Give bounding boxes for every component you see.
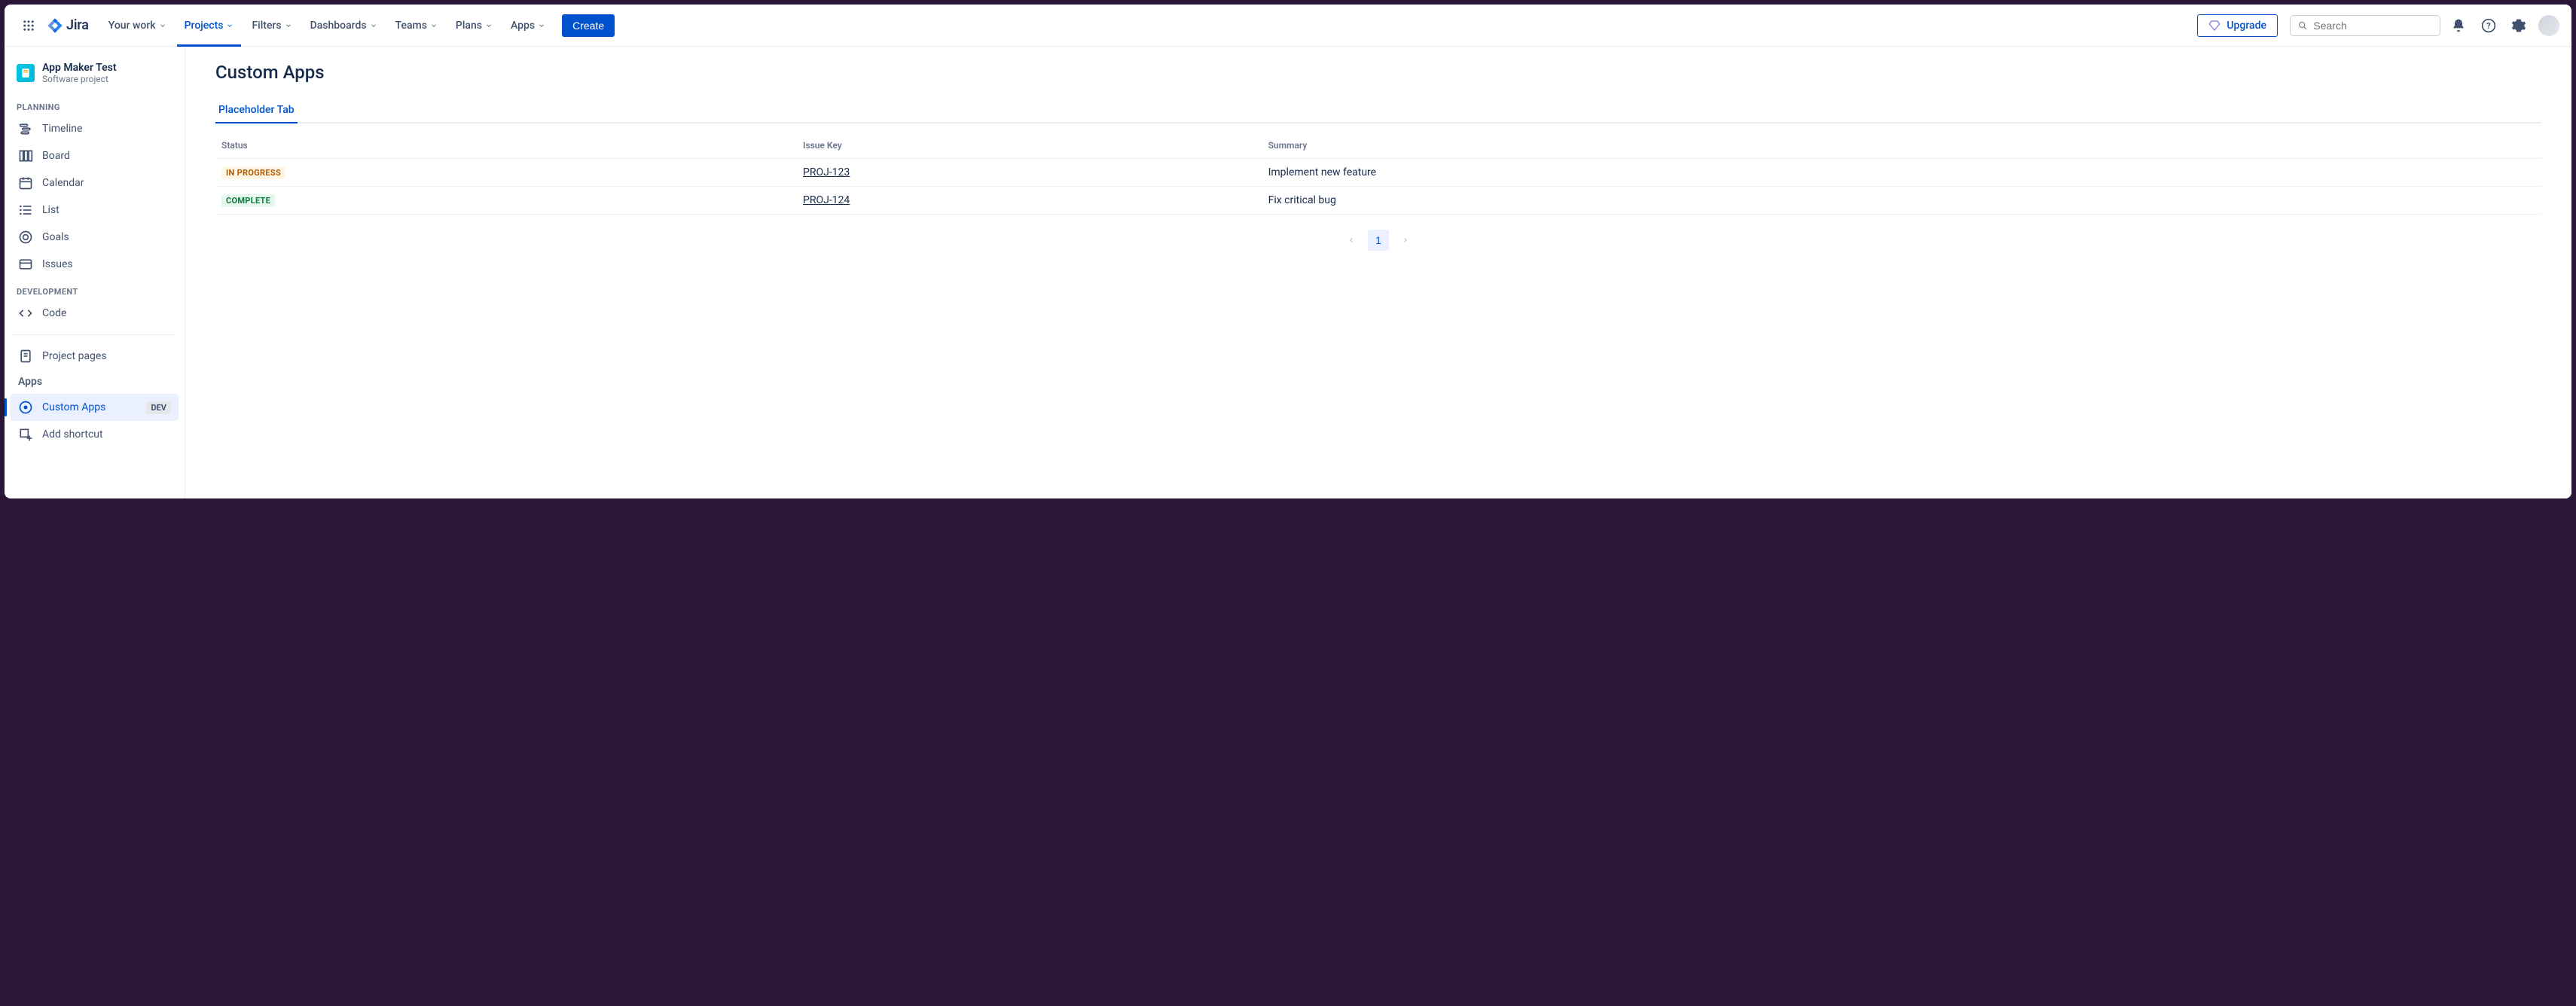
pager-next[interactable]	[1395, 230, 1416, 251]
tabs: Placeholder Tab	[215, 98, 2541, 123]
section-apps[interactable]: Apps	[11, 370, 179, 394]
nav-plans[interactable]: Plans	[448, 15, 500, 36]
col-summary: Summary	[1262, 133, 2541, 159]
svg-text:?: ?	[2486, 21, 2490, 31]
summary-cell: Implement new feature	[1262, 159, 2541, 187]
add-shortcut-icon	[18, 427, 33, 442]
create-button[interactable]: Create	[562, 14, 615, 37]
grid-icon	[22, 19, 35, 32]
list-icon	[18, 203, 33, 218]
search-box[interactable]	[2290, 15, 2440, 36]
chevron-left-icon	[1348, 236, 1355, 244]
search-icon	[2298, 20, 2307, 31]
jira-logo-icon	[47, 17, 63, 34]
timeline-icon	[18, 121, 33, 136]
gear-icon	[2511, 18, 2526, 33]
page-icon	[18, 349, 33, 364]
bell-icon	[2451, 18, 2466, 33]
chevron-down-icon	[370, 22, 377, 29]
chevron-down-icon	[159, 22, 166, 29]
summary-cell: Fix critical bug	[1262, 187, 2541, 215]
chevron-down-icon	[485, 22, 493, 29]
table-row: IN PROGRESS PROJ-123 Implement new featu…	[215, 159, 2541, 187]
profile-avatar[interactable]	[2538, 15, 2559, 36]
nav-dashboards[interactable]: Dashboards	[303, 15, 385, 36]
notifications-button[interactable]	[2446, 14, 2471, 38]
help-icon: ?	[2481, 18, 2496, 33]
issues-icon	[18, 257, 33, 272]
app-icon	[18, 400, 33, 415]
project-icon	[20, 68, 31, 78]
col-issue-key: Issue Key	[797, 133, 1262, 159]
nav-apps[interactable]: Apps	[503, 15, 553, 36]
page-title: Custom Apps	[215, 62, 2541, 83]
project-avatar	[17, 64, 35, 82]
table-row: COMPLETE PROJ-124 Fix critical bug	[215, 187, 2541, 215]
calendar-icon	[18, 175, 33, 191]
sidebar-item-board[interactable]: Board	[11, 142, 179, 169]
issue-key-link[interactable]: PROJ-123	[803, 166, 850, 178]
status-badge: IN PROGRESS	[221, 166, 285, 179]
sidebar-item-list[interactable]: List	[11, 197, 179, 224]
help-button[interactable]: ?	[2477, 14, 2501, 38]
nav-your-work[interactable]: Your work	[101, 15, 174, 36]
sidebar-item-goals[interactable]: Goals	[11, 224, 179, 251]
project-name: App Maker Test	[42, 62, 117, 74]
settings-button[interactable]	[2507, 14, 2531, 38]
pager-prev[interactable]	[1341, 230, 1362, 251]
search-input[interactable]	[2313, 20, 2432, 32]
upgrade-button[interactable]: Upgrade	[2197, 14, 2278, 37]
project-type: Software project	[42, 74, 117, 84]
sidebar: App Maker Test Software project PLANNING…	[5, 47, 185, 498]
project-header[interactable]: App Maker Test Software project	[11, 59, 179, 93]
main-content: Custom Apps Placeholder Tab Status Issue…	[185, 47, 2571, 498]
sidebar-item-calendar[interactable]: Calendar	[11, 169, 179, 197]
code-icon	[18, 306, 33, 321]
tab-placeholder[interactable]: Placeholder Tab	[215, 98, 298, 122]
nav-teams[interactable]: Teams	[388, 15, 445, 36]
sidebar-item-timeline[interactable]: Timeline	[11, 115, 179, 142]
col-status: Status	[215, 133, 797, 159]
issue-key-link[interactable]: PROJ-124	[803, 194, 850, 206]
section-planning: PLANNING	[11, 93, 179, 115]
app-switcher-button[interactable]	[17, 14, 41, 38]
top-nav: Jira Your work Projects Filters Dashboar…	[5, 5, 2571, 47]
product-logo[interactable]: Jira	[44, 17, 92, 34]
nav-filters[interactable]: Filters	[244, 15, 299, 36]
divider	[14, 334, 175, 335]
diamond-icon	[2208, 20, 2220, 32]
pager-page-1[interactable]: 1	[1368, 230, 1389, 251]
chevron-right-icon	[1402, 236, 1409, 244]
sidebar-item-add-shortcut[interactable]: Add shortcut	[11, 421, 179, 448]
sidebar-item-issues[interactable]: Issues	[11, 251, 179, 278]
product-name: Jira	[66, 17, 89, 33]
board-icon	[18, 148, 33, 163]
status-badge: COMPLETE	[221, 194, 275, 207]
chevron-down-icon	[285, 22, 292, 29]
sidebar-item-custom-apps[interactable]: Custom Apps DEV	[11, 394, 179, 421]
nav-projects[interactable]: Projects	[177, 15, 242, 36]
chevron-down-icon	[226, 22, 233, 29]
sidebar-item-code[interactable]: Code	[11, 300, 179, 327]
goals-icon	[18, 230, 33, 245]
dev-badge: DEV	[146, 401, 171, 414]
chevron-down-icon	[430, 22, 438, 29]
pager: 1	[215, 230, 2541, 251]
chevron-down-icon	[538, 22, 545, 29]
section-development: DEVELOPMENT	[11, 278, 179, 300]
issue-table: Status Issue Key Summary IN PROGRESS PRO…	[215, 133, 2541, 215]
sidebar-item-project-pages[interactable]: Project pages	[11, 343, 179, 370]
